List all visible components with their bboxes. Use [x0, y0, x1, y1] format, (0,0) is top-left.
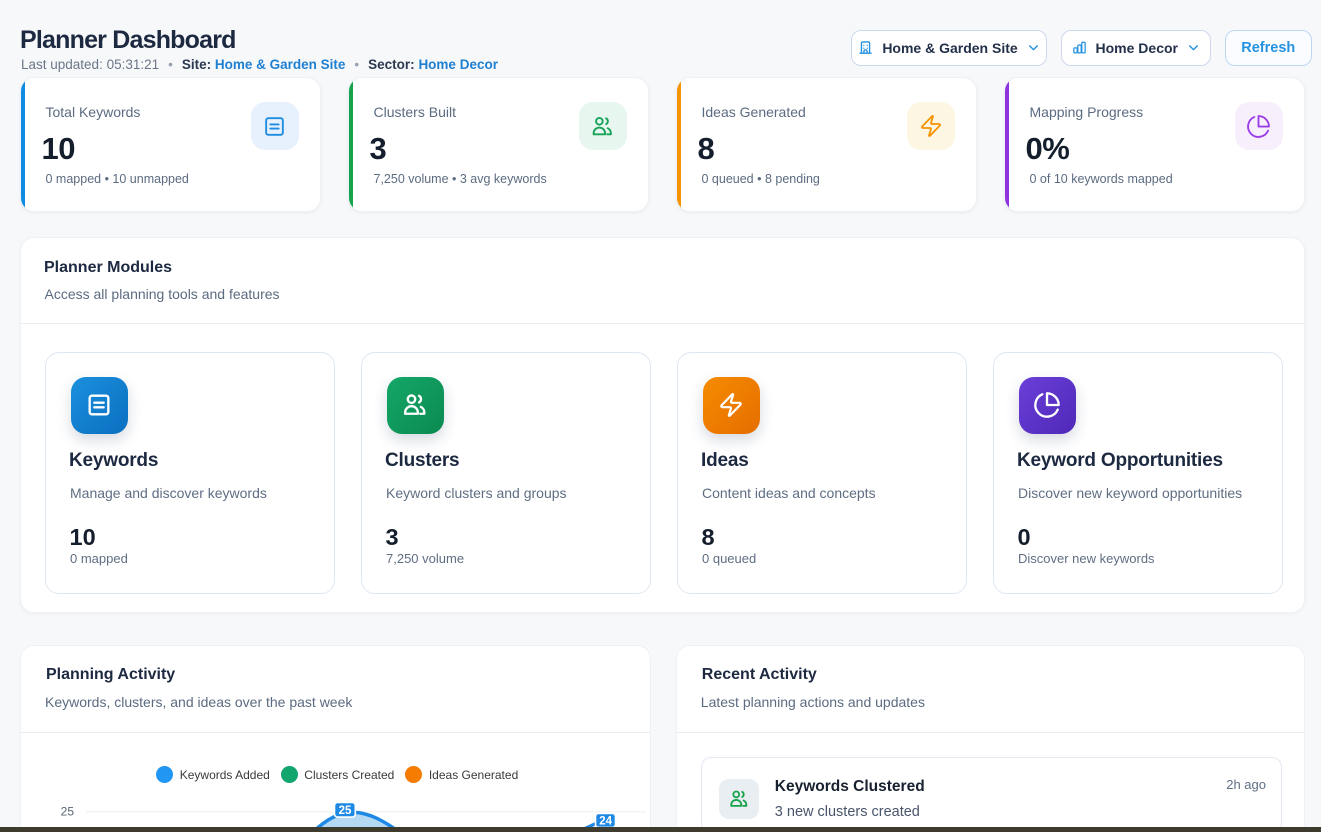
svg-text:24: 24 — [599, 816, 612, 828]
svg-text:25: 25 — [61, 804, 75, 818]
svg-text:25: 25 — [339, 805, 352, 817]
